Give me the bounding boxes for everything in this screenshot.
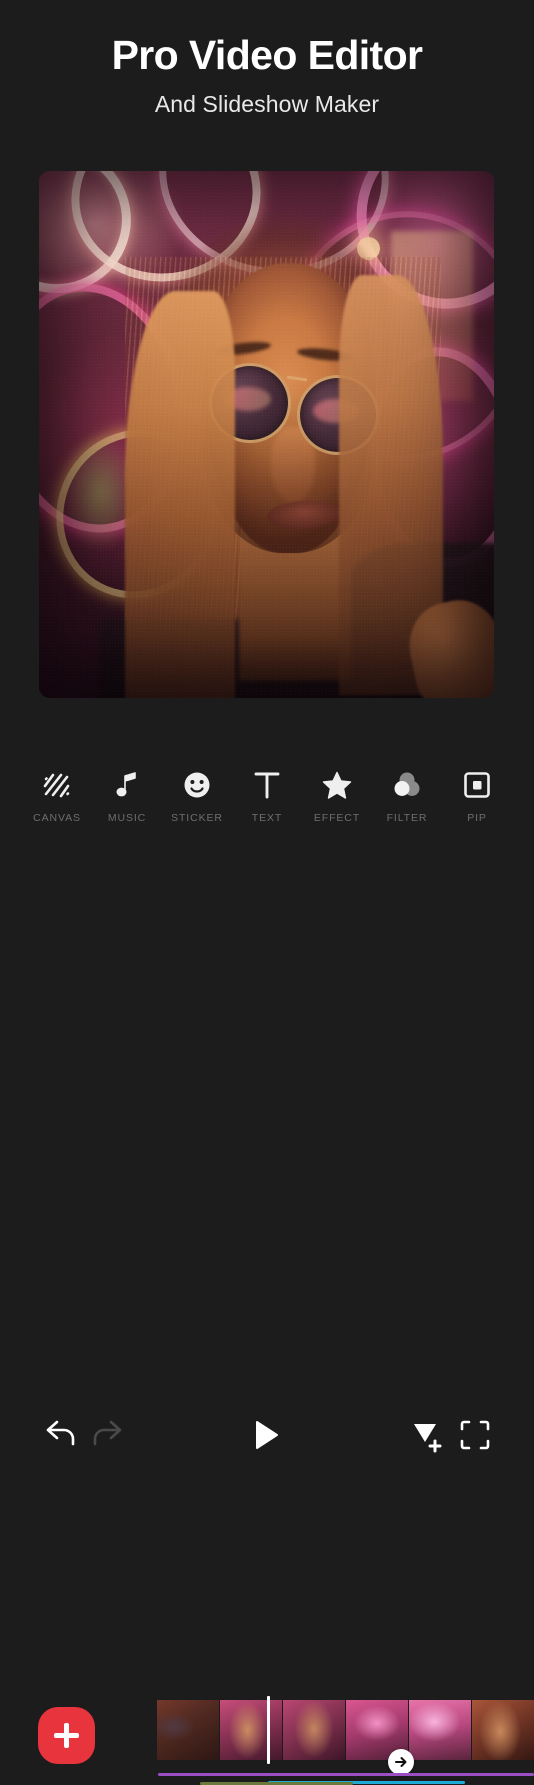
canvas-stripes-icon	[43, 773, 70, 798]
tool-effect[interactable]: EFFECT	[306, 768, 368, 824]
tool-icon-wrap	[112, 768, 142, 802]
timeline-frame[interactable]	[283, 1700, 346, 1760]
tool-music[interactable]: MUSIC	[96, 768, 158, 824]
play-icon	[256, 1421, 278, 1449]
tool-label: MUSIC	[107, 812, 147, 824]
timeline-frame[interactable]	[409, 1700, 472, 1760]
tool-icon-wrap	[252, 768, 282, 802]
timeline-frame[interactable]	[157, 1700, 220, 1760]
video-preview[interactable]	[39, 171, 494, 698]
play-button[interactable]	[246, 1416, 284, 1454]
timeline-track-video[interactable]	[158, 1773, 534, 1776]
music-note-icon	[116, 772, 136, 797]
redo-arrow-icon	[93, 1420, 122, 1446]
text-t-icon	[254, 772, 280, 799]
transition-add-icon	[414, 1424, 442, 1453]
photo-vignette	[39, 171, 494, 698]
timeline-frame[interactable]	[220, 1700, 283, 1760]
frame-thumbnail	[220, 1700, 282, 1760]
tool-sticker[interactable]: STICKER	[166, 768, 228, 824]
tool-filter[interactable]: FILTER	[376, 768, 438, 824]
three-circles-icon	[394, 772, 420, 796]
fullscreen-button[interactable]	[458, 1418, 492, 1452]
app-header: Pro Video Editor And Slideshow Maker	[0, 0, 534, 118]
page-title: Pro Video Editor	[111, 32, 423, 78]
tool-label: STICKER	[171, 812, 223, 824]
tool-text[interactable]: TEXT	[236, 768, 298, 824]
redo-button[interactable]	[88, 1417, 128, 1453]
tool-icon-wrap	[322, 768, 352, 802]
tool-pip[interactable]: PIP	[446, 768, 508, 824]
timeline-playhead[interactable]	[267, 1696, 270, 1764]
next-button[interactable]	[388, 1749, 414, 1775]
tool-label: CANVAS	[33, 812, 81, 824]
tools-row: CANVAS MUSIC STICKER TEXT EFFECT FILTER …	[0, 768, 534, 824]
undo-arrow-icon	[46, 1420, 75, 1446]
timeline-filmstrip[interactable]	[157, 1700, 534, 1760]
frame-thumbnail	[472, 1700, 534, 1760]
tool-icon-wrap	[392, 768, 422, 802]
playback-control-bar	[0, 702, 534, 1453]
smiley-face-icon	[184, 772, 210, 798]
tool-icon-wrap	[42, 768, 72, 802]
tool-icon-wrap	[462, 768, 492, 802]
tool-icon-wrap	[182, 768, 212, 802]
add-media-button[interactable]	[38, 1707, 95, 1764]
expand-icon	[460, 1420, 490, 1450]
picture-in-picture-icon	[464, 772, 490, 798]
preview-photo	[39, 171, 494, 698]
tool-label: EFFECT	[313, 812, 361, 824]
tool-label: FILTER	[386, 812, 428, 824]
frame-thumbnail	[409, 1700, 471, 1760]
undo-button[interactable]	[40, 1417, 80, 1453]
page-subtitle: And Slideshow Maker	[154, 91, 380, 118]
tool-canvas[interactable]: CANVAS	[26, 768, 88, 824]
frame-thumbnail	[283, 1700, 345, 1760]
tool-label: PIP	[467, 812, 487, 824]
arrow-right-icon	[395, 1757, 407, 1767]
frame-thumbnail	[157, 1700, 219, 1760]
tool-label: TEXT	[251, 812, 283, 824]
star-icon	[322, 771, 352, 799]
add-transition-button[interactable]	[408, 1416, 446, 1454]
timeline-track-effect[interactable]	[200, 1782, 353, 1785]
timeline-frame[interactable]	[472, 1700, 534, 1760]
timeline	[0, 845, 534, 1785]
